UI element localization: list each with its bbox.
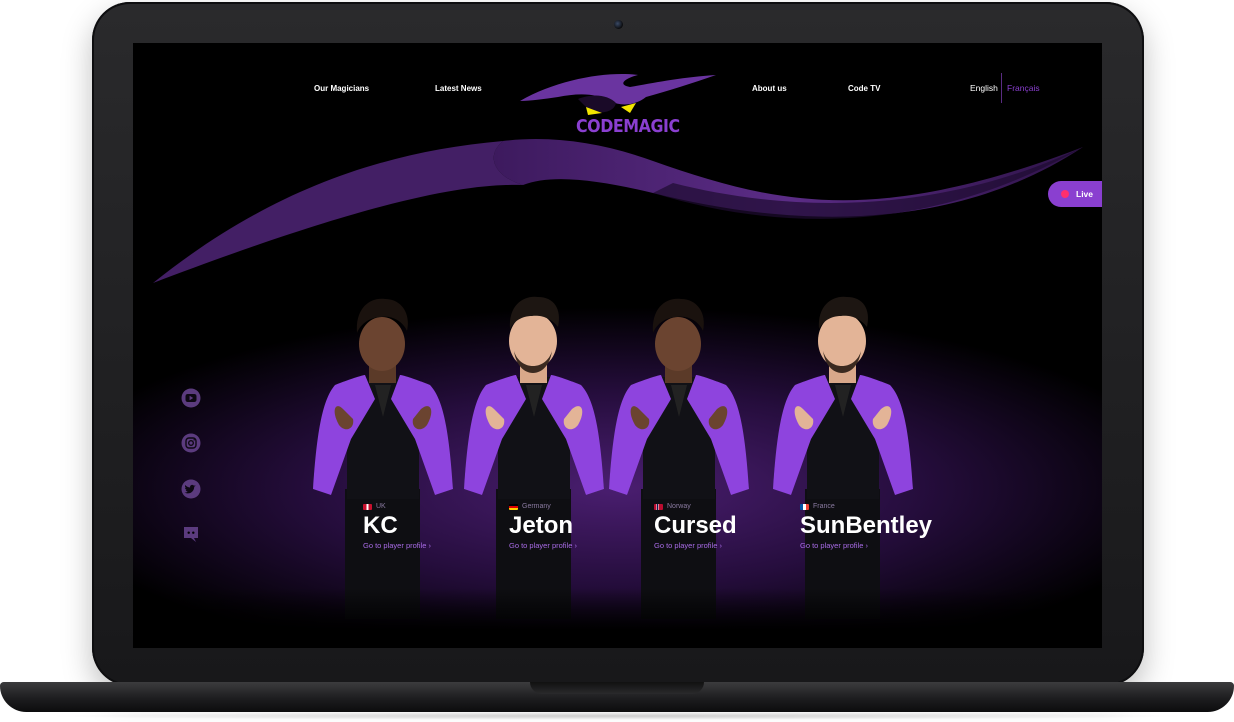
player-profile-link[interactable]: Go to player profile › — [800, 541, 932, 550]
flag-norway-icon — [654, 503, 663, 510]
chevron-right-icon: › — [428, 541, 431, 550]
player-photo — [609, 298, 749, 619]
chevron-right-icon: › — [574, 541, 577, 550]
player-profile-link[interactable]: Go to player profile › — [654, 541, 737, 550]
laptop-shadow — [40, 712, 1194, 720]
lang-francais[interactable]: Français — [1007, 83, 1040, 93]
player-country: France — [813, 503, 835, 510]
player-name: Cursed — [654, 512, 737, 539]
player-name: SunBentley — [800, 512, 933, 539]
laptop-hinge — [530, 682, 704, 694]
brand-name: CODEMAGIC — [576, 116, 680, 137]
player-photo — [773, 296, 913, 619]
lang-english[interactable]: English — [970, 83, 998, 93]
player-profile-link[interactable]: Go to player profile › — [363, 541, 431, 550]
player-profile-link[interactable]: Go to player profile › — [509, 541, 577, 550]
chevron-right-icon: › — [865, 541, 868, 550]
live-label: Live — [1076, 189, 1094, 199]
player-country: UK — [376, 503, 386, 510]
chevron-right-icon: › — [719, 541, 722, 550]
flag-uk-icon — [363, 503, 372, 510]
lang-divider — [1001, 73, 1002, 103]
camera-icon — [614, 20, 623, 29]
nav-about-us[interactable]: About us — [752, 84, 787, 93]
stage-floor-fade — [133, 588, 1102, 648]
flag-germany-icon — [509, 503, 518, 510]
discord-icon[interactable] — [181, 524, 201, 544]
youtube-icon[interactable] — [181, 388, 201, 408]
player-country: Germany — [522, 503, 551, 510]
nav-latest-news[interactable]: Latest News — [435, 84, 482, 93]
player-photo — [313, 298, 453, 619]
live-button[interactable]: Live — [1048, 181, 1102, 207]
instagram-icon[interactable] — [181, 433, 201, 453]
website-screen: Our Magicians Latest News About us Code … — [133, 43, 1102, 648]
flag-france-icon — [800, 503, 809, 510]
twitter-icon[interactable] — [181, 479, 201, 499]
player-name: Jeton — [509, 512, 574, 539]
nav-code-tv[interactable]: Code TV — [848, 84, 880, 93]
live-dot-icon — [1061, 190, 1069, 198]
player-country: Norway — [667, 503, 691, 510]
player-name: KC — [363, 512, 398, 539]
nav-our-magicians[interactable]: Our Magicians — [314, 84, 369, 93]
